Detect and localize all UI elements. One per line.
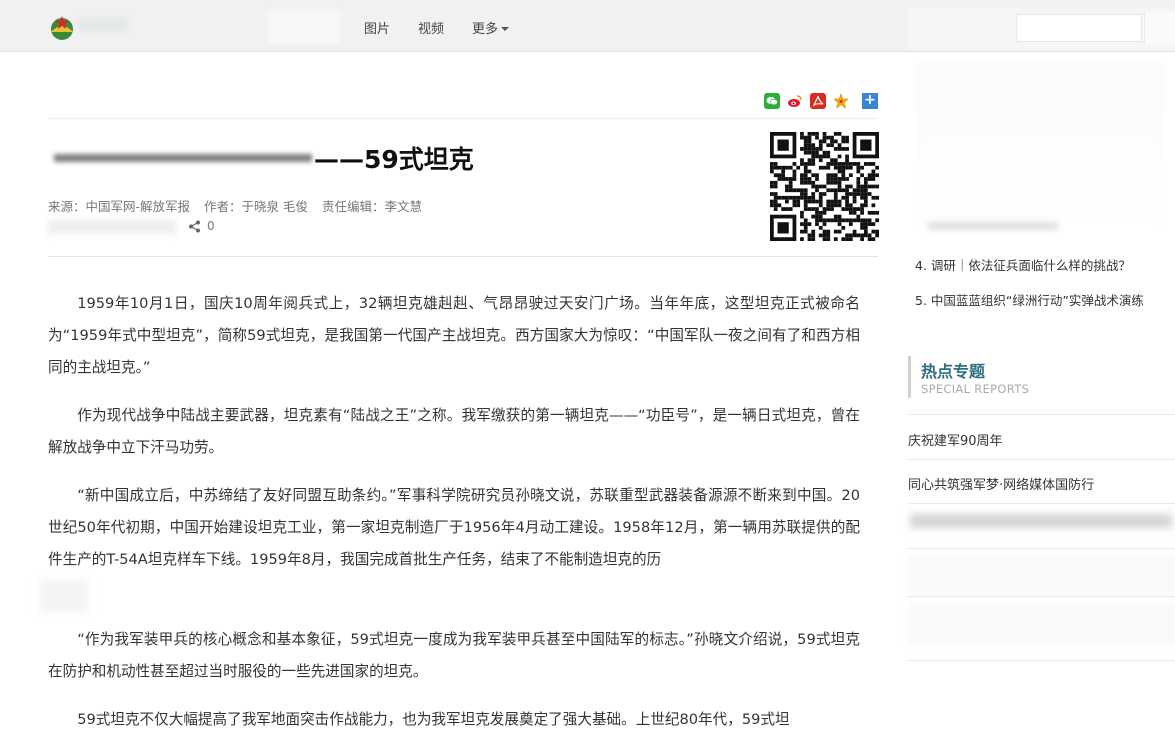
ranking-item[interactable]: 4. 调研｜依法征兵面临什么样的挑战？ (915, 255, 1131, 274)
article-title-text: ——59式坦克 (314, 145, 474, 174)
paragraph: 作为现代战争中陆战主要武器，坦克素有“陆战之王”之称。我军缴获的第一辆坦克——“… (48, 407, 860, 456)
divider (48, 118, 878, 119)
topic-item[interactable]: 庆祝建军90周年 (908, 430, 1003, 449)
divider (908, 548, 1175, 549)
sidebar-blurred-text (928, 222, 1058, 230)
share-toolbar (764, 93, 849, 109)
nav-item-more-label: 更多 (472, 22, 499, 37)
nav-item-more[interactable]: 更多 (472, 18, 510, 37)
divider (48, 256, 878, 257)
divider (908, 503, 1175, 504)
article-body: 1959年10月1日，国庆10周年阅兵式上，32辆坦克雄赳赳、气昂昂驶过天安门广… (48, 288, 860, 752)
search-button[interactable] (1144, 12, 1175, 44)
logo-text-blurred (78, 18, 128, 32)
article-meta: 来源：中国军网-解放军报 作者：于晓泉 毛俊 责任编辑：李文慧 (48, 196, 432, 215)
qr-code (770, 132, 879, 241)
paragraph: 1959年10月1日，国庆10周年阅兵式上，32辆坦克雄赳赳、气昂昂驶过天安门广… (48, 295, 860, 376)
blurred-region (40, 580, 88, 612)
divider (908, 660, 1175, 661)
sidebar-blurred-item (908, 604, 1175, 644)
article-source: 来源：中国军网-解放军报 (48, 199, 191, 214)
nav-item-pictures[interactable]: 图片 (364, 18, 390, 37)
meta-blurred (48, 220, 176, 234)
topic-item[interactable]: 同心共筑强军梦·网络媒体国防行 (908, 474, 1094, 493)
special-reports-title: 热点专题 (921, 362, 986, 381)
main-nav: 图片 视频 更多 (364, 18, 510, 37)
search-input[interactable] (1016, 14, 1142, 42)
paragraph: “作为我军装甲兵的核心概念和基本象征，59式坦克一度成为我军装甲兵甚至中国陆军的… (48, 631, 860, 680)
nav-blurred-item (268, 10, 340, 44)
sidebar-blurred-item (908, 556, 1175, 596)
divider (908, 414, 1175, 415)
share-icon (189, 220, 200, 232)
title-blurred-prefix (54, 154, 312, 162)
paragraph: “新中国成立后，中苏缔结了友好同盟互助条约。”军事科学院研究员孙晓文说，苏联重型… (48, 487, 860, 568)
paragraph: 59式坦克不仅大幅提高了我军地面突击作战能力，也为我军坦克发展奠定了强大基础。上… (77, 711, 790, 728)
sidebar-blurred-top (915, 62, 1165, 237)
article-editor: 责任编辑：李文慧 (321, 199, 422, 214)
pdf-icon[interactable] (810, 93, 826, 109)
special-reports-subtitle: SPECIAL REPORTS (921, 382, 1030, 396)
nav-item-videos[interactable]: 视频 (418, 18, 444, 37)
more-share-icon[interactable]: + (862, 93, 878, 109)
share-count-value: 0 (207, 219, 215, 233)
special-reports-accent (908, 356, 911, 398)
divider (908, 459, 1175, 460)
ranking-item[interactable]: 5. 中国蓝蓝组织“绿洲行动”实弹战术演练 (915, 290, 1144, 309)
topic-item-blurred[interactable] (910, 514, 1172, 528)
article-title: ——59式坦克 (54, 140, 474, 176)
weibo-icon[interactable] (787, 93, 803, 109)
share-count[interactable]: 0 (188, 219, 215, 233)
wechat-icon[interactable] (764, 93, 780, 109)
divider (908, 596, 1175, 597)
article-author: 作者：于晓泉 毛俊 (204, 199, 308, 214)
favorite-icon[interactable] (833, 93, 849, 109)
caret-down-icon (501, 27, 510, 31)
